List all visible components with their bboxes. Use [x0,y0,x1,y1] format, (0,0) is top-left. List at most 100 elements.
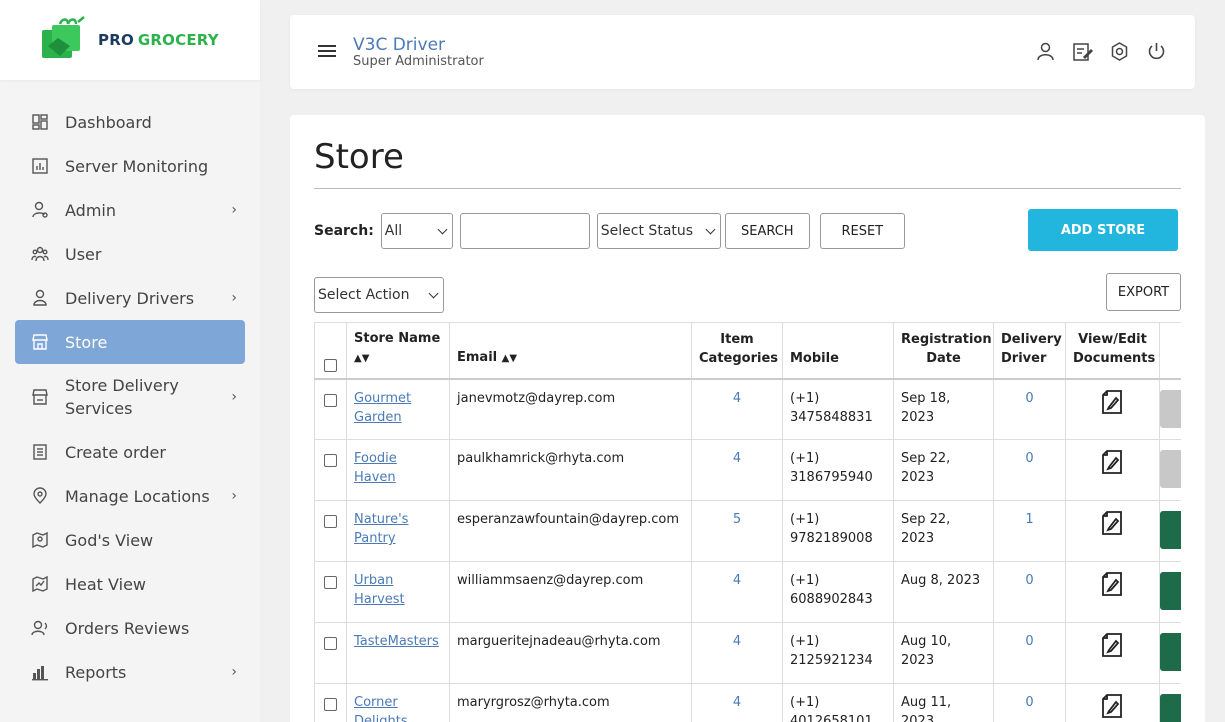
reset-button[interactable]: RESET [819,213,905,249]
status-toggle-button[interactable] [1160,633,1181,671]
status-cell [1159,500,1181,562]
search-field-select[interactable]: All [380,213,453,249]
search-button[interactable]: SEARCH [724,213,810,249]
action-select[interactable]: Select Action [314,277,444,313]
row-checkbox[interactable] [324,393,337,407]
hamburger-menu-icon[interactable] [318,45,336,57]
logo[interactable]: PRO GROCERY [0,0,260,80]
column-header-item-categories: Item Categories [691,322,783,379]
sidebar-item-orders-reviews[interactable]: Orders Reviews [15,606,245,650]
power-icon[interactable] [1146,41,1167,62]
email-cell: janevmotz@dayrep.com [449,378,692,440]
store-name-link[interactable]: TasteMasters [354,634,439,649]
mobile-number: 2125921234 [790,653,873,668]
row-checkbox[interactable] [324,698,337,711]
delivery-driver-link[interactable]: 0 [1025,451,1033,466]
edit-document-icon[interactable] [1101,449,1125,475]
store-name-line1: Urban [354,573,394,588]
action-select-value: Select Action [318,287,410,303]
settings-icon[interactable] [1109,41,1130,62]
item-categories-link[interactable]: 4 [733,573,741,588]
sidebar-item-delivery-drivers[interactable]: Delivery Drivers › [15,276,245,320]
status-toggle-button[interactable] [1160,450,1181,488]
profile-icon[interactable] [1035,41,1056,62]
heat-map-icon [31,575,49,593]
sidebar-item-store-delivery-services[interactable]: Store Delivery Services › [15,364,245,430]
edit-document-icon[interactable] [1101,389,1125,415]
row-checkbox[interactable] [324,637,337,650]
search-input[interactable] [459,213,590,249]
column-header-documents: View/Edit Documents [1065,322,1160,379]
page-title: Store [314,137,404,177]
sidebar-item-dashboard[interactable]: Dashboard [15,100,245,144]
delivery-driver-link[interactable]: 0 [1025,634,1033,649]
delivery-driver-cell: 0 [993,561,1066,623]
item-categories-link[interactable]: 5 [733,512,741,527]
store-name-line2: Haven [354,470,396,485]
brand-pro: PRO [98,31,134,49]
row-select-cell [314,622,347,684]
delivery-driver-cell: 0 [993,439,1066,501]
sidebar-item-user[interactable]: User [15,232,245,276]
store-name-link[interactable]: Gourmet Garden [354,391,411,425]
store-name-link[interactable]: Foodie Haven [354,451,397,485]
delivery-driver-link[interactable]: 0 [1025,573,1033,588]
row-checkbox[interactable] [324,515,337,528]
edit-note-icon[interactable] [1072,41,1093,62]
item-categories-link[interactable]: 4 [733,695,741,710]
mobile-code: (+1) [790,634,820,649]
store-name-link[interactable]: Nature's Pantry [354,512,408,546]
status-toggle-button[interactable] [1160,511,1181,549]
row-checkbox[interactable] [324,576,337,589]
sidebar-item-store[interactable]: Store [15,320,245,364]
sidebar-item-gods-view[interactable]: God's View [15,518,245,562]
store-name-link[interactable]: Urban Harvest [354,573,405,607]
documents-cell [1065,683,1160,722]
sidebar-item-admin[interactable]: Admin › [15,188,245,232]
status-toggle-button[interactable] [1160,572,1181,610]
sort-icon[interactable]: ▲▼ [502,353,517,364]
sidebar-item-label: Store Delivery Services [65,374,179,420]
mobile-code: (+1) [790,390,820,406]
sidebar-item-create-order[interactable]: Create order [15,430,245,474]
item-categories-link[interactable]: 4 [733,634,741,649]
store-delivery-icon [31,388,49,406]
row-checkbox[interactable] [324,454,337,467]
sort-icon[interactable]: ▲▼ [354,353,369,364]
export-button[interactable]: EXPORT [1106,273,1181,311]
sidebar-item-reports[interactable]: Reports › [15,650,245,694]
sidebar-item-server-monitoring[interactable]: Server Monitoring [15,144,245,188]
edit-document-icon[interactable] [1101,571,1125,597]
mobile-number: 3475848831 [790,409,873,425]
delivery-driver-link[interactable]: 0 [1025,695,1033,710]
delivery-driver-link[interactable]: 0 [1025,391,1033,406]
column-header-store-name[interactable]: Store Name ▲▼ [346,322,450,379]
header-label-line2: Documents [1073,350,1156,366]
select-all-checkbox[interactable] [324,358,337,372]
status-cell [1159,683,1181,722]
admin-icon [31,201,49,219]
table-row: TasteMasters margueritejnadeau@rhyta.com 4… [314,622,1181,684]
chevron-down-icon [705,224,716,235]
store-name-link[interactable]: Corner Delights [354,695,408,722]
sidebar-item-label: Admin [65,200,116,220]
edit-document-icon[interactable] [1101,632,1125,658]
status-toggle-button[interactable] [1160,389,1181,428]
email-cell: margueritejnadeau@rhyta.com [449,622,692,684]
header-label-line1: Delivery [1001,331,1062,347]
sidebar-item-manage-locations[interactable]: Manage Locations › [15,474,245,518]
item-categories-link[interactable]: 4 [733,451,741,466]
brand-name: PRO GROCERY [98,31,219,49]
item-categories-link[interactable]: 4 [733,391,741,406]
column-header-email[interactable]: Email ▲▼ [449,322,692,379]
documents-cell [1065,439,1160,501]
edit-document-icon[interactable] [1101,510,1125,536]
sidebar-item-heat-view[interactable]: Heat View [15,562,245,606]
email-cell: paulkhamrick@rhyta.com [449,439,692,501]
status-select[interactable]: Select Status [596,213,721,249]
add-store-button[interactable]: ADD STORE [1028,209,1178,251]
edit-document-icon[interactable] [1101,693,1125,719]
delivery-driver-link[interactable]: 1 [1025,512,1033,527]
mobile-cell: (+1) 4012658101 [782,683,894,722]
status-toggle-button[interactable] [1160,694,1181,722]
